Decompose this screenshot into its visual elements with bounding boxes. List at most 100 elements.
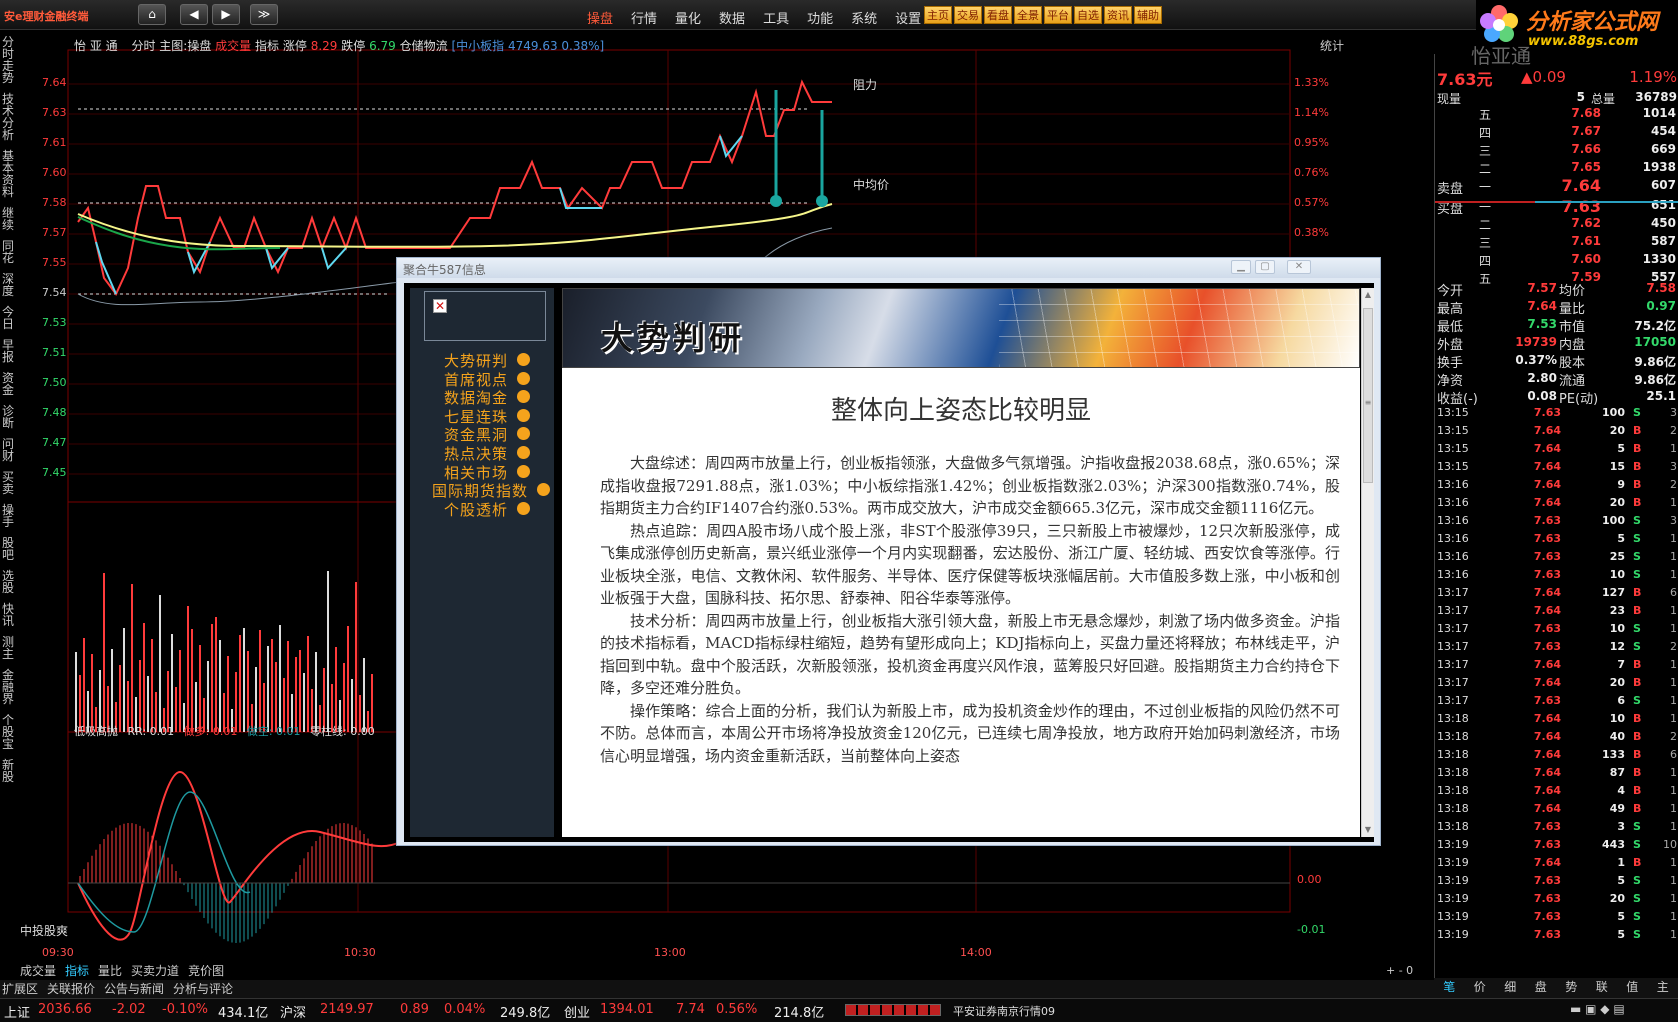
volume-tab[interactable]: 成交量 (215, 39, 251, 53)
popup-menu-item-8[interactable]: 个股透析 (410, 499, 554, 519)
left-tab-10[interactable]: 问 财 (1, 438, 15, 468)
popup-menu-item-7[interactable]: 国际期货指数 (410, 480, 554, 500)
left-tab-12[interactable]: 操 手 (1, 504, 15, 534)
close-box[interactable]: ✕ (424, 291, 546, 341)
left-tab-3[interactable]: 继 续 (1, 207, 15, 237)
left-tab-8[interactable]: 资 金 (1, 372, 15, 402)
menu-item-5[interactable]: 功能 (798, 0, 842, 30)
ask-price[interactable]: 7.66 (1535, 142, 1601, 160)
popup-menu-item-5[interactable]: 热点决策 (410, 443, 554, 463)
bid-price[interactable]: 7.60 (1535, 252, 1601, 270)
left-tab-13[interactable]: 股 吧 (1, 537, 15, 567)
quick-button-2[interactable]: 看盘 (984, 6, 1012, 24)
popup-menu-item-1[interactable]: 首席视点 (410, 369, 554, 389)
chart-mode[interactable]: 分时 主图:操盘 (131, 39, 211, 53)
quick-button-4[interactable]: 平台 (1044, 6, 1072, 24)
left-tab-14[interactable]: 选 股 (1, 570, 15, 600)
home-button[interactable]: ⌂ (138, 4, 166, 25)
left-tab-19[interactable]: 新 股 (1, 759, 15, 789)
back-button[interactable]: ◀ (180, 4, 208, 25)
quote-tab-4[interactable]: 势 (1565, 978, 1577, 998)
indicator-tab[interactable]: 指标 (255, 39, 279, 53)
left-tab-6[interactable]: 今 日 (1, 306, 15, 336)
quick-button-1[interactable]: 交易 (954, 6, 982, 24)
close-button[interactable]: ✕ (1287, 260, 1311, 274)
ask-price[interactable]: 7.64 (1535, 176, 1601, 195)
tick-row: 13:15 7.64 20 B 2 (1435, 424, 1678, 442)
tick-row: 13:18 7.63 3 S 1 (1435, 820, 1678, 838)
popup-menu-item-0[interactable]: 大势研判 (410, 350, 554, 370)
stat-label: 市值 (1559, 320, 1586, 335)
quote-tab-0[interactable]: 笔 (1443, 978, 1455, 998)
popup-menu-item-3[interactable]: 七星连珠 (410, 406, 554, 426)
left-tab-15[interactable]: 快 讯 (1, 603, 15, 633)
left-tab-2[interactable]: 基 本 资 料 (1, 150, 15, 204)
left-tab-16[interactable]: 测 主 (1, 636, 15, 666)
orange-dot-icon (517, 501, 530, 515)
popup-scrollbar[interactable]: ▲ ≡ ▼ (1361, 288, 1374, 837)
ext-tab-0[interactable]: 扩展区 (2, 980, 38, 998)
left-tab-4[interactable]: 同 花 (1, 240, 15, 270)
quote-tab-3[interactable]: 盘 (1535, 978, 1547, 998)
popup-menu-item-6[interactable]: 相关市场 (410, 462, 554, 482)
bid-price[interactable]: 7.61 (1535, 234, 1601, 252)
menu-item-2[interactable]: 量化 (666, 0, 710, 30)
quick-button-3[interactable]: 全景 (1014, 6, 1042, 24)
popup-menu-item-2[interactable]: 数据淘金 (410, 387, 554, 407)
chart-tab-0[interactable]: 成交量 (20, 962, 56, 979)
menu-item-1[interactable]: 行情 (622, 0, 666, 30)
quick-button-7[interactable]: 辅助 (1134, 6, 1162, 24)
menu-item-6[interactable]: 系统 (842, 0, 886, 30)
close-icon[interactable]: ✕ (433, 299, 447, 313)
minimize-button[interactable]: ▁ (1231, 260, 1251, 274)
menu-item-0[interactable]: 操盘 (578, 0, 622, 30)
forward-button[interactable]: ▶ (212, 4, 240, 25)
more-button[interactable]: ≫ (250, 4, 278, 25)
quick-button-6[interactable]: 资讯 (1104, 6, 1132, 24)
popup-titlebar[interactable]: 聚合牛587信息 ▁ ▢ ✕ (397, 258, 1380, 278)
sh-index-name[interactable]: 上证 (4, 1002, 30, 1021)
ext-tab-3[interactable]: 分析与评论 (173, 980, 233, 998)
left-tab-5[interactable]: 深 度 (1, 273, 15, 303)
ext-tab-2[interactable]: 公告与新闻 (104, 980, 164, 998)
cy-index-name[interactable]: 创业 (564, 1002, 590, 1021)
ask-price[interactable]: 7.67 (1535, 124, 1601, 142)
left-tab-18[interactable]: 个 股 宝 (1, 714, 15, 756)
quote-tab-1[interactable]: 价 (1474, 978, 1486, 998)
left-tab-11[interactable]: 买 卖 (1, 471, 15, 501)
quick-button-0[interactable]: 主页 (924, 6, 952, 24)
bid-price[interactable]: 7.62 (1535, 216, 1601, 234)
cpi-label[interactable]: 中投股爽 (20, 922, 68, 939)
chart-tab-3[interactable]: 买卖力道 (131, 962, 179, 979)
quote-tab-7[interactable]: 主 (1657, 978, 1669, 998)
ext-tab-1[interactable]: 关联报价 (47, 980, 95, 998)
quick-button-5[interactable]: 自选 (1074, 6, 1102, 24)
maximize-button[interactable]: ▢ (1255, 260, 1275, 274)
menu-item-4[interactable]: 工具 (754, 0, 798, 30)
chart-tab-1[interactable]: 指标 (65, 962, 89, 979)
info-popup-window: 聚合牛587信息 ▁ ▢ ✕ ✕ 大势研判 首席视点 数据淘金 七星连珠 资金黑洞 热点决… (396, 257, 1381, 846)
indicator-legend: 低吸高抛 RR: 0.01 做多: 0.01 做空: 0.01 零柱线: 0.0… (74, 723, 375, 739)
left-tab-17[interactable]: 金 融 界 (1, 669, 15, 711)
ask-level-name: 三 (1479, 144, 1492, 158)
bid-price[interactable]: 7.63 (1535, 197, 1601, 216)
left-tab-0[interactable]: 分 时 走 势 (1, 36, 15, 90)
left-tab-9[interactable]: 诊 断 (1, 405, 15, 435)
chart-tab-4[interactable]: 竞价图 (188, 962, 224, 979)
popup-menu-item-4[interactable]: 资金黑洞 (410, 424, 554, 444)
hs-index-name[interactable]: 沪深 (280, 1002, 306, 1021)
stats-button[interactable]: 统计 (1320, 37, 1344, 54)
left-tab-1[interactable]: 技 术 分 析 (1, 93, 15, 147)
zoom-control[interactable]: + - 0 (1386, 964, 1413, 977)
quote-tab-2[interactable]: 细 (1504, 978, 1516, 998)
chart-tab-2[interactable]: 量比 (98, 962, 122, 979)
quote-tab-5[interactable]: 联 (1596, 978, 1608, 998)
scroll-down-icon[interactable]: ▼ (1363, 825, 1373, 835)
left-tab-7[interactable]: 早 报 (1, 339, 15, 369)
menu-item-3[interactable]: 数据 (710, 0, 754, 30)
tray-icons[interactable]: ▬ ▣ ◆ ▤ (1570, 1002, 1625, 1016)
scroll-thumb[interactable] (1363, 308, 1373, 483)
scroll-up-icon[interactable]: ▲ (1363, 290, 1373, 300)
ask-price[interactable]: 7.68 (1535, 106, 1601, 124)
quote-tab-6[interactable]: 值 (1626, 978, 1638, 998)
